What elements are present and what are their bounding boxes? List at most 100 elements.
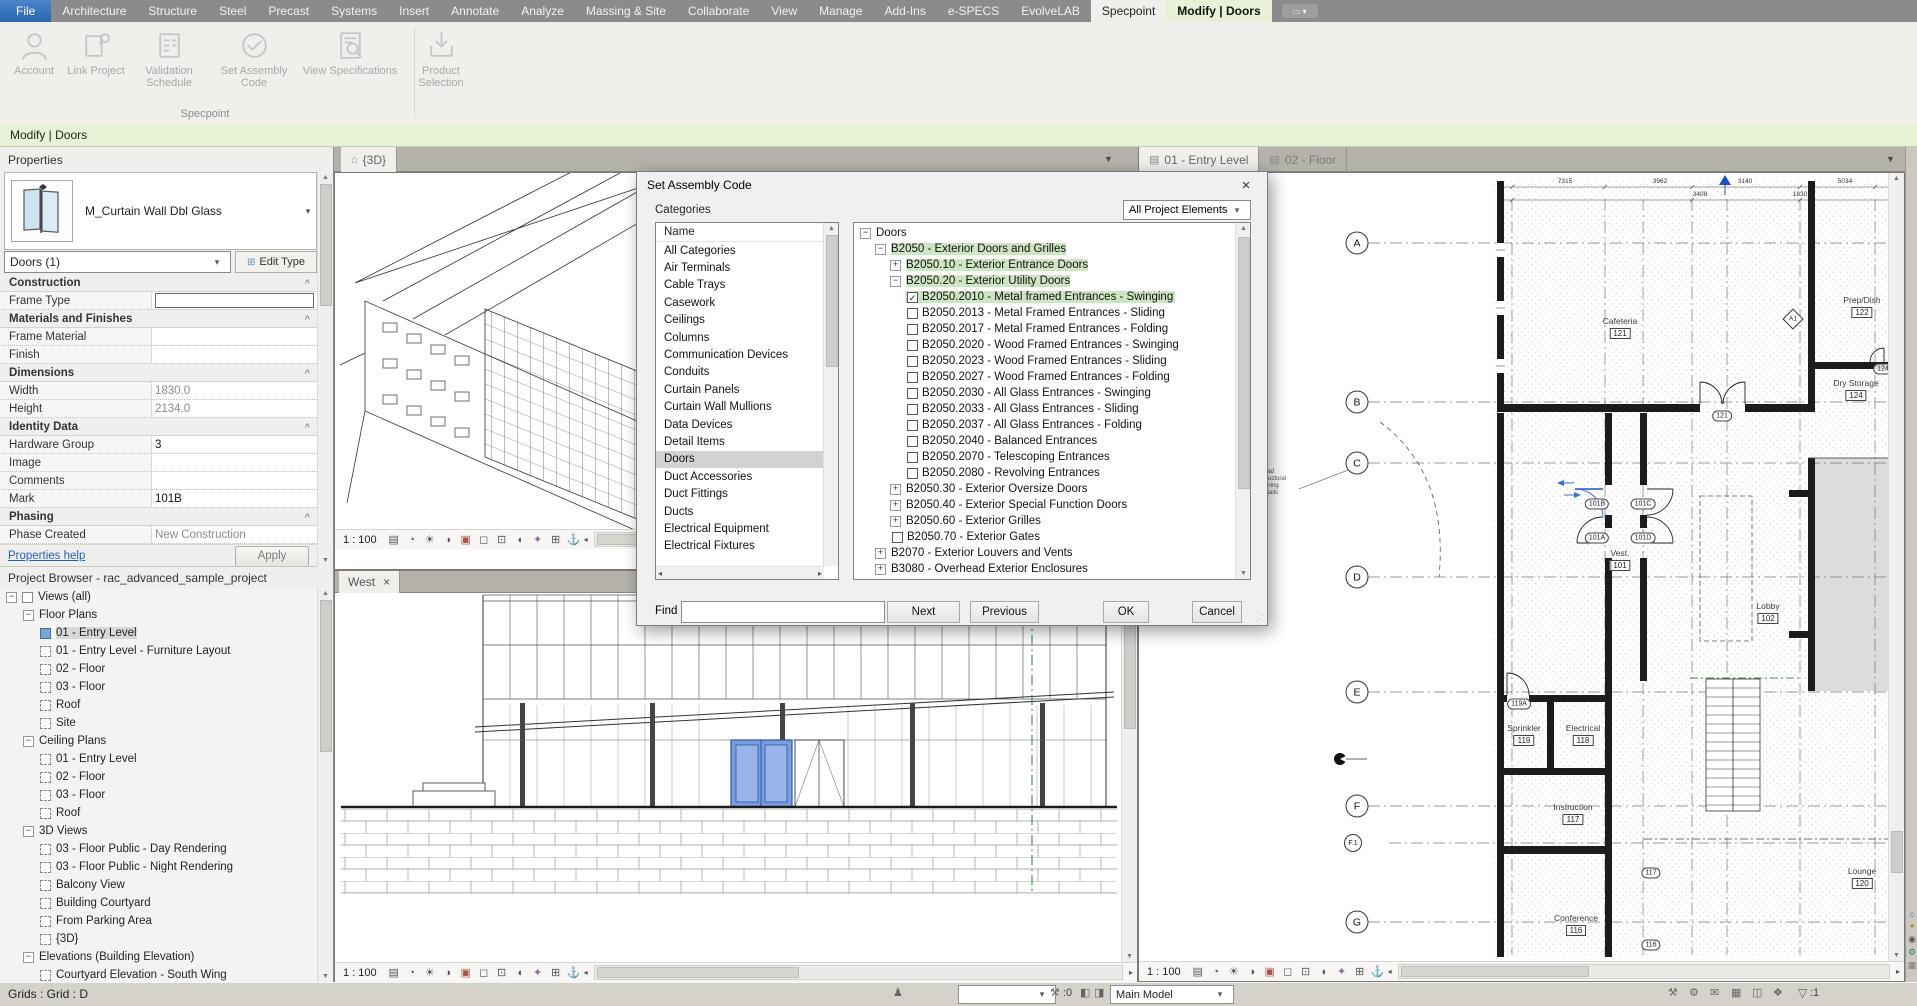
assembly-item-b2050-2070-telescoping-e[interactable]: B2050.2070 - Telescoping Entrances [854,449,1250,465]
scroll-down-icon[interactable]: ▼ [318,557,333,564]
crop-region-icon[interactable]: ⊡ [1298,964,1314,980]
browser-item-02-floor[interactable]: 02 - Floor [0,660,317,678]
ribbon-tab-insert[interactable]: Insert [388,0,440,22]
type-selector[interactable]: M_Curtain Wall Dbl Glass ▾ [4,172,317,250]
collapse-chevron-icon[interactable]: ^ [305,364,317,381]
browser-item-roof[interactable]: Roof [0,696,317,714]
ribbon-button-account[interactable]: Account [6,25,62,101]
ribbon-button-link-project[interactable]: Link Project [62,25,130,101]
next-button[interactable]: Next [887,601,960,623]
scroll-thumb[interactable] [1401,966,1589,977]
ribbon-tab-architecture[interactable]: Architecture [51,0,137,22]
temporary-hide-icon[interactable]: ◖ [1316,964,1332,980]
ribbon-button-validation-schedule[interactable]: Validation Schedule [130,25,208,101]
browser-item-03-floor[interactable]: 03 - Floor [0,786,317,804]
ribbon-minimize-icon[interactable]: ▭ ▾ [1282,4,1318,18]
editing-requests-icon[interactable]: ⚒ [1050,986,1060,999]
sun-path-icon[interactable]: ☀ [422,965,438,981]
element-filter-combo[interactable]: All Project Elements ▾ [1123,200,1251,220]
collapse-chevron-icon[interactable]: ^ [305,508,317,525]
worksharing-display-icon[interactable]: ⚒ [1668,986,1678,999]
checkbox[interactable] [907,404,918,415]
category-item-electrical-equipment[interactable]: Electrical Equipment [656,520,824,537]
reveal-hidden-icon[interactable]: ✦ [1334,964,1350,980]
west-view-scrollbar[interactable]: ▲ ▼ [1121,593,1137,962]
crop-view-icon[interactable]: ◻ [476,965,492,981]
category-item-cable-trays[interactable]: Cable Trays [656,277,824,294]
ribbon-tab-structure[interactable]: Structure [137,0,208,22]
property-value-hardware-group[interactable]: 3 [152,436,317,453]
detail-level-icon[interactable]: ▤ [386,965,402,981]
tree-expander-icon[interactable]: + [875,564,886,575]
view-tab-01-entry-level[interactable]: ▤01 - Entry Level [1139,147,1259,172]
category-item-electrical-fixtures[interactable]: Electrical Fixtures [656,538,824,555]
sun-path-icon[interactable]: ☀ [1226,964,1242,980]
assembly-item-b2050-2040-balanced-entr[interactable]: B2050.2040 - Balanced Entrances [854,433,1250,449]
shadows-icon[interactable]: ◑ [440,532,456,548]
assembly-item-b2050-70-exterior-gates[interactable]: B2050.70 - Exterior Gates [854,529,1250,545]
browser-item-3d[interactable]: {3D} [0,930,317,948]
scroll-thumb[interactable] [597,967,799,978]
properties-help-link[interactable]: Properties help [8,550,85,562]
tree-expander-icon[interactable]: − [23,736,34,747]
property-value-frame-type[interactable] [152,292,317,309]
gray-inactive-icon[interactable]: ◨ [1094,986,1104,999]
checkbox[interactable] [907,356,918,367]
scroll-thumb[interactable] [1238,237,1250,489]
assembly-item-b2050-2013-metal-framed[interactable]: B2050.2013 - Metal Framed Entrances - Sl… [854,305,1250,321]
apply-button[interactable]: Apply [235,546,309,567]
tree-expander-icon[interactable]: − [23,826,34,837]
tree-expander-icon[interactable]: + [890,500,901,511]
ribbon-tab-add-ins[interactable]: Add-Ins [873,0,936,22]
scroll-left-icon[interactable]: ◂ [658,569,662,578]
close-icon[interactable]: × [383,575,390,589]
view-scale-button[interactable]: 1 : 100 [343,967,377,979]
property-value-width[interactable]: 1830.0 [152,382,317,399]
checkbox[interactable] [907,420,918,431]
design-option-combo[interactable]: Main Model▾ [1110,985,1234,1004]
find-input[interactable] [681,601,885,623]
scroll-up-icon[interactable]: ▲ [318,590,333,597]
scroll-down-icon[interactable]: ▼ [1889,952,1904,959]
scroll-up-icon[interactable]: ▲ [318,174,333,181]
scroll-down-icon[interactable]: ▼ [1236,570,1251,577]
assembly-item-b2050-2027-wood-framed-e[interactable]: B2050.2027 - Wood Framed Entrances - Fol… [854,369,1250,385]
scroll-down-icon[interactable]: ▼ [1122,953,1137,960]
category-item-ducts[interactable]: Ducts [656,503,824,520]
background-processes-icon[interactable]: ✉ [1710,986,1719,999]
ribbon-tab-systems[interactable]: Systems [320,0,388,22]
scroll-right-icon[interactable]: ▸ [1896,967,1900,976]
temporary-hide-icon[interactable]: ◖ [512,532,528,548]
browser-item-01-entry-level-furniture-layout[interactable]: 01 - Entry Level - Furniture Layout [0,642,317,660]
visual-style-icon[interactable]: ◔ [404,965,420,981]
tree-expander-icon[interactable]: + [890,260,901,271]
category-item-casework[interactable]: Casework [656,294,824,311]
browser-item-03-floor-public-day-rendering[interactable]: 03 - Floor Public - Day Rendering [0,840,317,858]
ribbon-button-set-assembly-code[interactable]: Set Assembly Code [208,25,300,101]
browser-item-01-entry-level[interactable]: 01 - Entry Level [0,750,317,768]
category-item-all-categories[interactable]: All Categories [656,242,824,259]
ribbon-tab-evolvelab[interactable]: EvolveLAB [1010,0,1091,22]
scroll-up-icon[interactable]: ▲ [1236,225,1251,232]
assembly-tree-scrollbar[interactable]: ▲ ▼ [1235,223,1250,579]
detail-level-icon[interactable]: ▤ [386,532,402,548]
worksharing-icon[interactable]: ♟ [893,986,903,999]
collapse-chevron-icon[interactable]: ^ [305,310,317,327]
temporary-hide-icon[interactable]: ◖ [512,965,528,981]
plan-scroll-thumb[interactable] [1891,831,1903,873]
constraints-icon[interactable]: ⚓ [566,532,582,548]
dialog-title-bar[interactable]: Set Assembly Code × [637,172,1267,198]
reveal-hidden-icon[interactable]: ✦ [530,965,546,981]
visual-style-icon[interactable]: ◔ [1208,964,1224,980]
assembly-item-doors[interactable]: −Doors [854,225,1250,241]
ribbon-tab-analyze[interactable]: Analyze [510,0,575,22]
scroll-down-icon[interactable]: ▼ [318,973,333,980]
browser-item-01-entry-level[interactable]: 01 - Entry Level [0,624,317,642]
render-icon[interactable]: ✦ [1906,920,1917,933]
tab-west-view[interactable]: West × [339,571,400,593]
show-rendering-icon[interactable]: ▣ [458,532,474,548]
assembly-item-b2050-40-exterior-specia[interactable]: +B2050.40 - Exterior Special Function Do… [854,497,1250,513]
assembly-item-b2050-30-exterior-oversi[interactable]: +B2050.30 - Exterior Oversize Doors [854,481,1250,497]
ribbon-tab-collaborate[interactable]: Collaborate [677,0,760,22]
tree-expander-icon[interactable]: − [890,276,901,287]
